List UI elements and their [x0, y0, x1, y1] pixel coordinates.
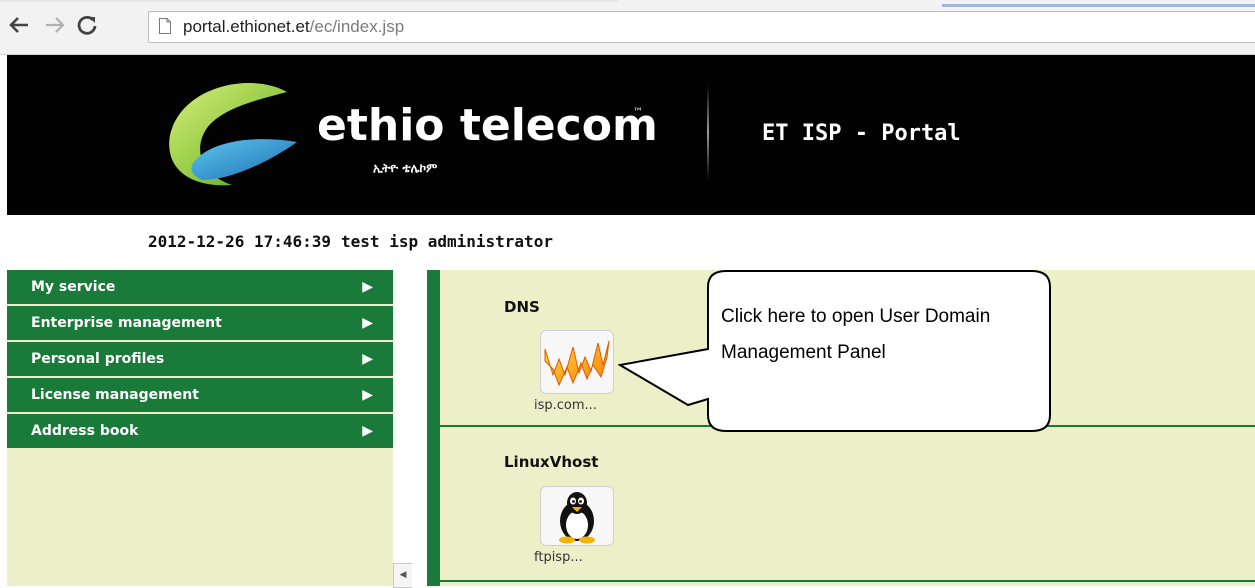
portal-header: ethio telecom ™ ኢትዮ ቴሌኮም ET ISP - Portal: [7, 55, 1255, 215]
sidebar-item-label: Address book: [31, 423, 139, 439]
expand-arrow-icon: ▶: [362, 279, 373, 295]
sidebar-item-personal-profiles[interactable]: Personal profiles ▶: [7, 342, 393, 378]
app-label: isp.com...: [534, 398, 597, 413]
service-section-linuxvhost: LinuxVhost ftpisp...: [440, 427, 1255, 580]
forward-button[interactable]: [42, 14, 68, 40]
user-name: test isp administrator: [341, 232, 553, 251]
session-info: 2012-12-26 17:46:39 test isp administrato…: [148, 232, 553, 251]
back-button[interactable]: [6, 14, 32, 40]
portal-title: ET ISP - Portal: [762, 121, 961, 146]
annotation-callout: Click here to open User Domain Managemen…: [617, 267, 1058, 437]
trademark-mark: ™: [633, 107, 643, 118]
header-divider: [707, 85, 709, 180]
callout-text: Click here to open User Domain Managemen…: [721, 306, 991, 363]
address-bar[interactable]: portal.ethionet.et/ec/index.jsp: [148, 11, 1255, 43]
sidebar-menu: My service ▶ Enterprise management ▶ Per…: [7, 270, 393, 450]
browser-toolbar: portal.ethionet.et/ec/index.jsp: [0, 0, 1255, 55]
ethio-telecom-logo-icon: [169, 83, 297, 186]
sidebar: My service ▶ Enterprise management ▶ Per…: [7, 270, 393, 586]
tux-penguin-icon: [559, 492, 595, 544]
tab-strip-line: [0, 0, 618, 2]
sidebar-item-label: Enterprise management: [31, 315, 222, 331]
section-title: DNS: [504, 298, 540, 316]
app-icon-frame: [540, 486, 614, 546]
sidebar-item-label: Personal profiles: [31, 351, 165, 367]
app-icon-frame: [540, 330, 614, 394]
main-left-border: [427, 270, 440, 586]
back-arrow-icon: [9, 17, 28, 33]
url-host: portal.ethionet.et: [183, 17, 310, 36]
tab-strip: [0, 0, 1255, 7]
sidebar-item-label: My service: [31, 279, 116, 295]
section-divider: [440, 580, 1255, 582]
datetime: 2012-12-26 17:46:39: [148, 232, 332, 251]
dns-app-tile[interactable]: isp.com...: [534, 330, 616, 413]
forward-arrow-icon: [46, 17, 65, 33]
sidebar-collapse-button[interactable]: ◀: [393, 563, 412, 588]
app-label: ftpisp...: [534, 550, 583, 565]
reload-button[interactable]: [74, 14, 100, 40]
expand-arrow-icon: ▶: [362, 387, 373, 403]
section-title: LinuxVhost: [504, 453, 599, 471]
brand-name: ethio telecom: [317, 100, 658, 151]
sidebar-item-license-management[interactable]: License management ▶: [7, 378, 393, 414]
www-icon: [544, 340, 610, 387]
sidebar-item-enterprise-management[interactable]: Enterprise management ▶: [7, 306, 393, 342]
brand-name-amharic: ኢትዮ ቴሌኮም: [373, 161, 438, 175]
tab-strip-active-line: [942, 4, 1255, 7]
sidebar-item-address-book[interactable]: Address book ▶: [7, 414, 393, 450]
sidebar-item-my-service[interactable]: My service ▶: [7, 270, 393, 306]
expand-arrow-icon: ▶: [362, 351, 373, 367]
expand-arrow-icon: ▶: [362, 315, 373, 331]
expand-arrow-icon: ▶: [362, 423, 373, 439]
reload-icon: [77, 15, 97, 35]
url-path: /ec/index.jsp: [309, 17, 405, 36]
sidebar-item-label: License management: [31, 387, 199, 403]
linuxvhost-app-tile[interactable]: ftpisp...: [534, 486, 616, 565]
url-text: portal.ethionet.et/ec/index.jsp: [183, 16, 404, 38]
page-icon: [159, 18, 171, 34]
